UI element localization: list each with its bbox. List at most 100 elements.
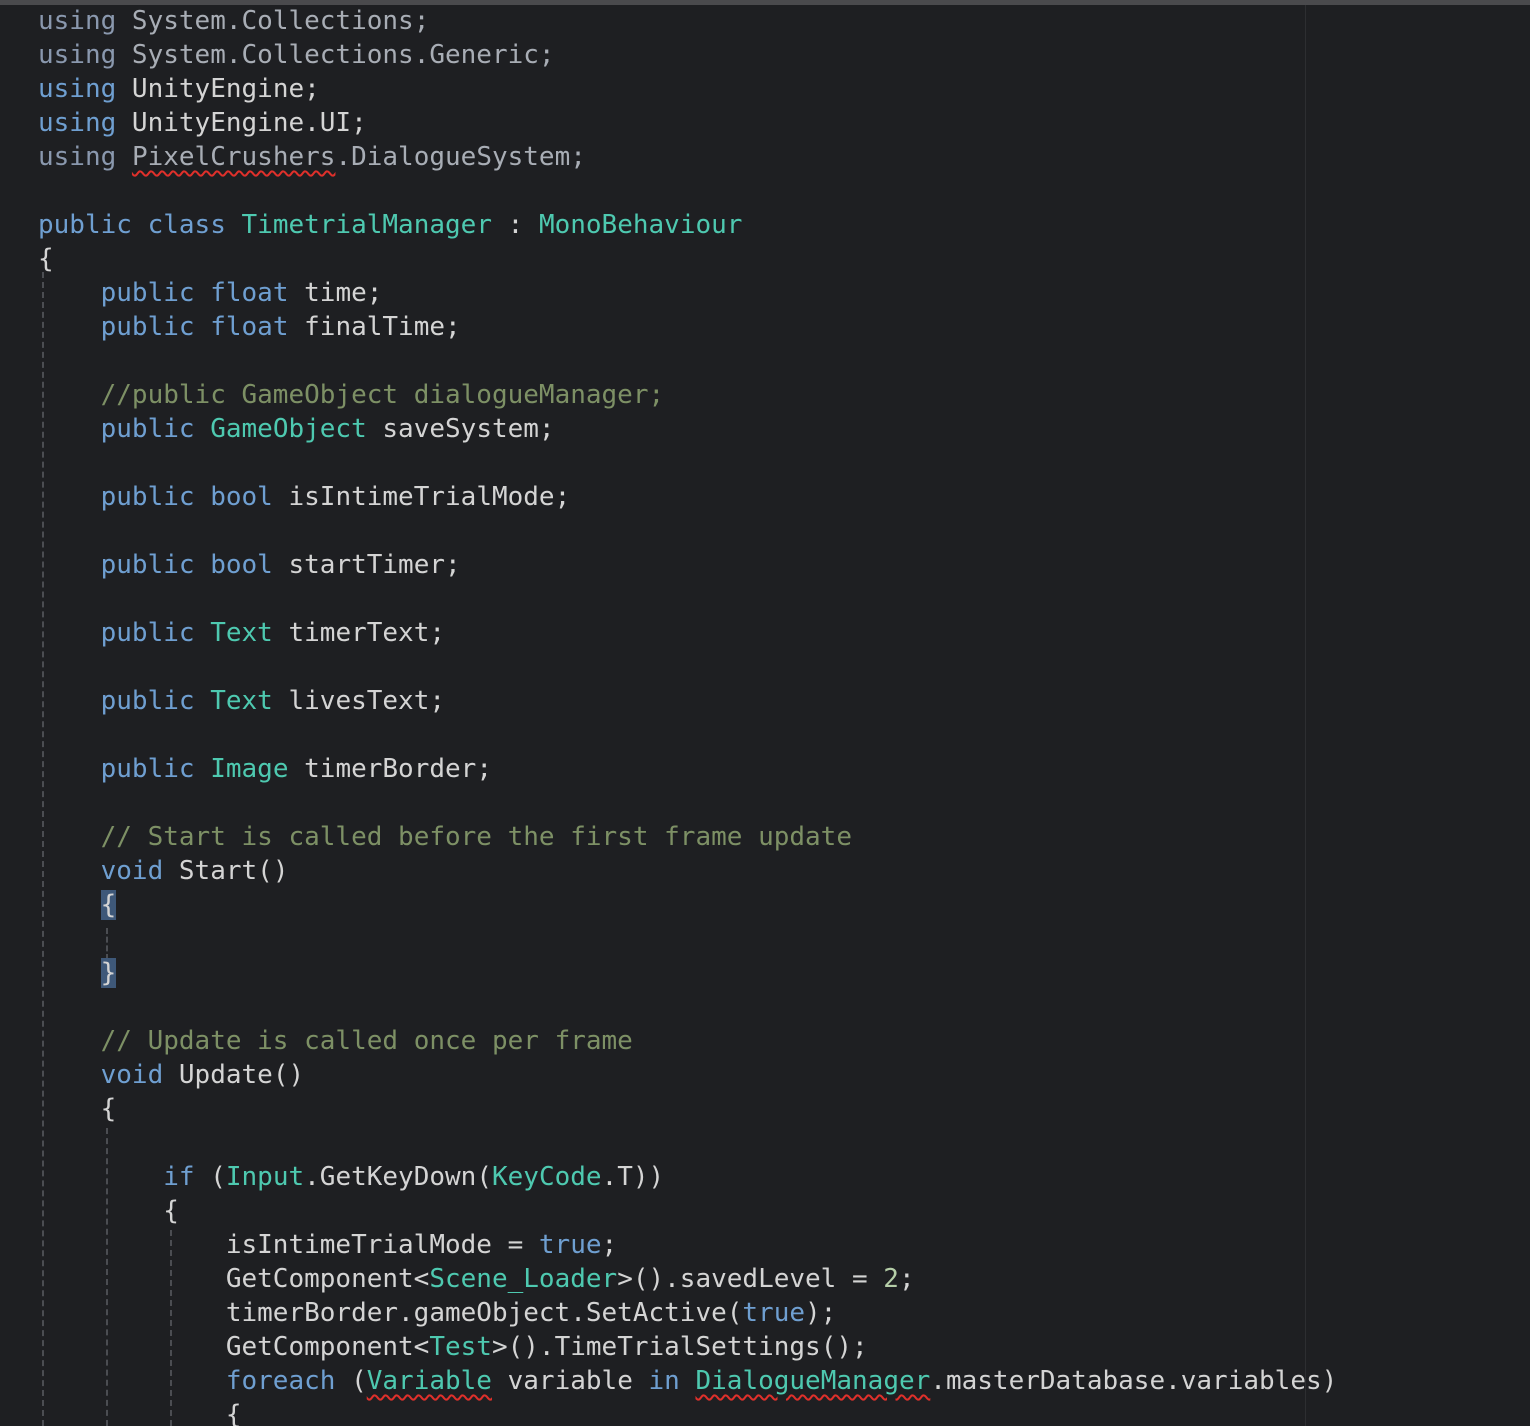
code-token: livesText; xyxy=(272,686,446,716)
code-token: float xyxy=(210,278,289,308)
code-token: UnityEngine.UI; xyxy=(116,108,367,138)
code-line[interactable]: foreach (Variable variable in DialogueMa… xyxy=(38,1364,1337,1398)
code-token: KeyCode xyxy=(491,1162,602,1192)
code-line[interactable]: using PixelCrushers.DialogueSystem; xyxy=(38,140,586,174)
code-line[interactable]: if (Input.GetKeyDown(KeyCode.T)) xyxy=(38,1160,664,1194)
matched-brace: } xyxy=(100,958,117,988)
code-token: using xyxy=(38,142,117,172)
error-token: Variable xyxy=(366,1366,492,1396)
code-token: GameObject xyxy=(210,414,367,444)
code-line[interactable]: timerBorder.gameObject.SetActive(true); xyxy=(38,1296,837,1330)
code-token: Text xyxy=(210,686,273,716)
code-token: .GetKeyDown( xyxy=(304,1162,492,1192)
code-token: using xyxy=(38,74,117,104)
code-line[interactable]: // Start is called before the first fram… xyxy=(38,820,852,854)
code-token: Test xyxy=(429,1332,492,1362)
error-token: DialogueManager xyxy=(695,1366,931,1396)
code-line[interactable]: GetComponent<Scene_Loader>().savedLevel … xyxy=(38,1262,915,1296)
code-line[interactable]: public bool startTimer; xyxy=(38,548,461,582)
code-token: float xyxy=(210,312,289,342)
code-token: if xyxy=(163,1162,195,1192)
code-token: ; xyxy=(601,1230,618,1260)
code-line[interactable]: public Text livesText; xyxy=(38,684,445,718)
code-token: void xyxy=(100,1060,164,1090)
code-token: { xyxy=(38,1094,117,1124)
code-line[interactable]: public Image timerBorder; xyxy=(38,752,492,786)
code-line[interactable]: { xyxy=(38,242,54,276)
code-line[interactable]: //public GameObject dialogueManager; xyxy=(38,378,665,412)
code-token: public xyxy=(100,618,195,648)
code-token: System.Collections; xyxy=(116,6,430,36)
code-token: public xyxy=(100,550,195,580)
code-token: Input xyxy=(225,1162,305,1192)
code-token: true xyxy=(742,1298,806,1328)
code-line[interactable]: { xyxy=(38,1194,179,1228)
code-token: ; xyxy=(898,1264,915,1294)
code-token: GetComponent< xyxy=(38,1264,430,1294)
code-token: Scene_Loader xyxy=(429,1264,618,1294)
code-line[interactable]: GetComponent<Test>().TimeTrialSettings()… xyxy=(38,1330,868,1364)
code-line[interactable]: { xyxy=(38,888,117,922)
code-token: // Update is called once per frame xyxy=(100,1026,633,1056)
code-token: public xyxy=(100,482,195,512)
code-token: // Start is called before the first fram… xyxy=(100,822,852,852)
code-token: MonoBehaviour xyxy=(538,210,743,240)
code-token: //public GameObject dialogueManager; xyxy=(100,380,665,410)
code-token: using xyxy=(38,108,117,138)
code-token: ); xyxy=(805,1298,837,1328)
code-token: isIntimeTrialMode; xyxy=(272,482,571,512)
code-line[interactable]: void Start() xyxy=(38,854,289,888)
code-line[interactable]: using System.Collections.Generic; xyxy=(38,38,555,72)
code-line[interactable]: // Update is called once per frame xyxy=(38,1024,633,1058)
code-token: timerText; xyxy=(272,618,446,648)
code-line[interactable]: { xyxy=(38,1092,117,1126)
code-token: Update() xyxy=(163,1060,305,1090)
matched-brace: { xyxy=(100,890,117,920)
code-token: Start() xyxy=(163,856,289,886)
code-line[interactable]: isIntimeTrialMode = true; xyxy=(38,1228,617,1262)
code-editor[interactable]: using System.Collections; using System.Co… xyxy=(0,0,1530,1426)
code-token: .T)) xyxy=(601,1162,665,1192)
code-line[interactable]: using System.Collections; xyxy=(38,4,429,38)
code-token: in xyxy=(648,1366,680,1396)
code-token: TimetrialManager xyxy=(241,210,492,240)
code-line[interactable]: public Text timerText; xyxy=(38,616,445,650)
code-token: { xyxy=(38,1400,242,1426)
code-token: using xyxy=(38,6,117,36)
code-token: : xyxy=(491,210,539,240)
code-token: finalTime; xyxy=(288,312,461,342)
code-token: void xyxy=(100,856,164,886)
code-line[interactable]: public float finalTime; xyxy=(38,310,461,344)
code-line[interactable]: public GameObject saveSystem; xyxy=(38,412,555,446)
code-token: startTimer; xyxy=(272,550,461,580)
code-token: { xyxy=(38,1196,179,1226)
code-line[interactable]: using UnityEngine.UI; xyxy=(38,106,367,140)
code-token: public xyxy=(100,278,195,308)
code-token: bool xyxy=(210,550,273,580)
code-line[interactable]: public bool isIntimeTrialMode; xyxy=(38,480,571,514)
code-line[interactable]: } xyxy=(38,956,117,990)
right-margin-ruler xyxy=(1305,5,1306,1426)
code-token: time; xyxy=(288,278,383,308)
code-line[interactable]: using UnityEngine; xyxy=(38,72,320,106)
code-line[interactable]: void Update() xyxy=(38,1058,305,1092)
code-line[interactable]: { xyxy=(38,1398,242,1426)
code-line[interactable]: public class TimetrialManager : MonoBeha… xyxy=(38,208,742,242)
code-line[interactable]: public float time; xyxy=(38,276,383,310)
